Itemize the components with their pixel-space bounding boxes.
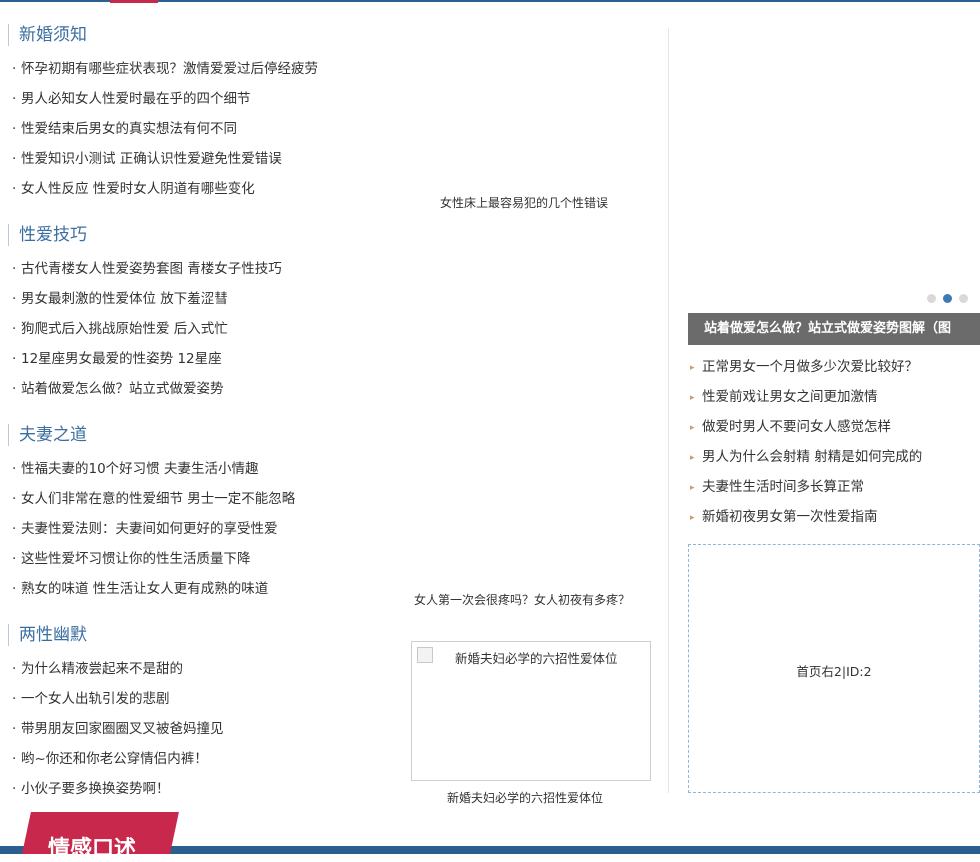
section-title[interactable]: 性爱技巧 [8, 224, 87, 246]
section-title[interactable]: 新婚须知 [8, 24, 87, 46]
list-item[interactable]: · 12星座男女最爱的性姿势 12星座 [12, 350, 244, 368]
list-item[interactable]: · 站着做爱怎么做？站立式做爱姿势 [12, 380, 244, 398]
list-item[interactable]: · 熟女的味道 性生活让女人更有成熟的味道 [12, 580, 268, 598]
right-list-item[interactable]: ▸ 新婚初夜男女第一次性爱指南 [690, 508, 878, 526]
slider-dot[interactable] [959, 294, 968, 303]
list-item[interactable]: · 为什么精液尝起来不是甜的 [12, 660, 183, 678]
list-item[interactable]: · 夫妻性爱法则：夫妻间如何更好的享受性爱 [12, 520, 278, 538]
image-alt-text: 新婚夫妇必学的六招性爱体位 [455, 651, 618, 666]
slider-dots [927, 294, 968, 303]
image-caption-2[interactable]: 女人第一次会很疼吗？女人初夜有多疼？ [414, 591, 630, 608]
section-title[interactable]: 两性幽默 [8, 624, 87, 646]
bullet-icon: · [12, 691, 17, 707]
list-item[interactable]: · 性爱结束后男女的真实想法有何不同 [12, 120, 237, 138]
bullet-icon: · [12, 661, 17, 677]
image-caption-1[interactable]: 女性床上最容易犯的几个性错误 [440, 194, 608, 211]
bullet-icon: · [12, 321, 17, 337]
slider-dot[interactable] [927, 294, 936, 303]
section-tab-label[interactable]: 情感口述 [48, 838, 136, 862]
right-list-item[interactable]: ▸ 男人为什么会射精 射精是如何完成的 [690, 448, 922, 466]
bullet-icon: · [12, 781, 17, 797]
ad-placeholder[interactable]: 首页右2|ID:2 [688, 544, 980, 793]
right-list-item[interactable]: ▸ 正常男女一个月做多少次爱比较好？ [690, 358, 918, 376]
arrow-right-icon: ▸ [690, 423, 695, 433]
bullet-icon: · [12, 181, 17, 197]
right-list-item[interactable]: ▸ 性爱前戏让男女之间更加激情 [690, 388, 878, 406]
list-item[interactable]: · 带男朋友回家圈圈叉叉被爸妈撞见 [12, 720, 224, 738]
bullet-icon: · [12, 581, 17, 597]
bullet-icon: · [12, 61, 17, 77]
list-item[interactable]: · 这些性爱坏习惯让你的性生活质量下降 [12, 550, 251, 568]
list-item[interactable]: · 性福夫妻的10个好习惯 夫妻生活小情趣 [12, 460, 258, 478]
slider-dot-active[interactable] [943, 294, 952, 303]
arrow-right-icon: ▸ [690, 393, 695, 403]
bullet-icon: · [12, 461, 17, 477]
arrow-right-icon: ▸ [690, 453, 695, 463]
list-item[interactable]: · 小伙子要多换换姿势啊！ [12, 780, 170, 798]
slide-title-bar[interactable]: 站着做爱怎么做？站立式做爱姿势图解（图 [688, 313, 980, 345]
right-list-item[interactable]: ▸ 做爱时男人不要问女人感觉怎样 [690, 418, 891, 436]
list-item[interactable]: · 男人必知女人性爱时最在乎的四个细节 [12, 90, 251, 108]
bullet-icon: · [12, 121, 17, 137]
top-border-accent [110, 0, 158, 3]
arrow-right-icon: ▸ [690, 483, 695, 493]
arrow-right-icon: ▸ [690, 363, 695, 373]
bullet-icon: · [12, 91, 17, 107]
bullet-icon: · [12, 261, 17, 277]
list-item[interactable]: · 一个女人出轨引发的悲剧 [12, 690, 170, 708]
bullet-icon: · [12, 151, 17, 167]
bullet-icon: · [12, 351, 17, 367]
bullet-icon: · [12, 381, 17, 397]
section-title[interactable]: 夫妻之道 [8, 424, 87, 446]
bullet-icon: · [12, 291, 17, 307]
list-item[interactable]: · 怀孕初期有哪些症状表现？激情爱爱过后停经疲劳 [12, 60, 318, 78]
image-caption-3[interactable]: 新婚夫妇必学的六招性爱体位 [447, 789, 603, 806]
list-item[interactable]: · 女人性反应 性爱时女人阴道有哪些变化 [12, 180, 255, 198]
bullet-icon: · [12, 551, 17, 567]
ad-label: 首页右2|ID:2 [796, 664, 872, 679]
list-item[interactable]: · 性爱知识小测试 正确认识性爱避免性爱错误 [12, 150, 282, 168]
list-item[interactable]: · 男女最刺激的性爱体位 放下羞涩彗 [12, 290, 244, 308]
broken-image-icon [417, 647, 433, 663]
article-image[interactable]: 新婚夫妇必学的六招性爱体位 [411, 641, 651, 781]
bullet-icon: · [12, 751, 17, 767]
list-item[interactable]: · 古代青楼女人性爱姿势套图 青楼女子性技巧 [12, 260, 282, 278]
list-item[interactable]: · 狗爬式后入挑战原始性爱 后入式忙 [12, 320, 244, 338]
arrow-right-icon: ▸ [690, 513, 695, 523]
list-item[interactable]: · 哟~你还和你老公穿情侣内裤！ [12, 750, 208, 768]
right-list-item[interactable]: ▸ 夫妻性生活时间多长算正常 [690, 478, 864, 496]
bullet-icon: · [12, 521, 17, 537]
column-divider [668, 28, 669, 793]
bullet-icon: · [12, 491, 17, 507]
bullet-icon: · [12, 721, 17, 737]
list-item[interactable]: · 女人们非常在意的性爱细节 男士一定不能忽略 [12, 490, 295, 508]
